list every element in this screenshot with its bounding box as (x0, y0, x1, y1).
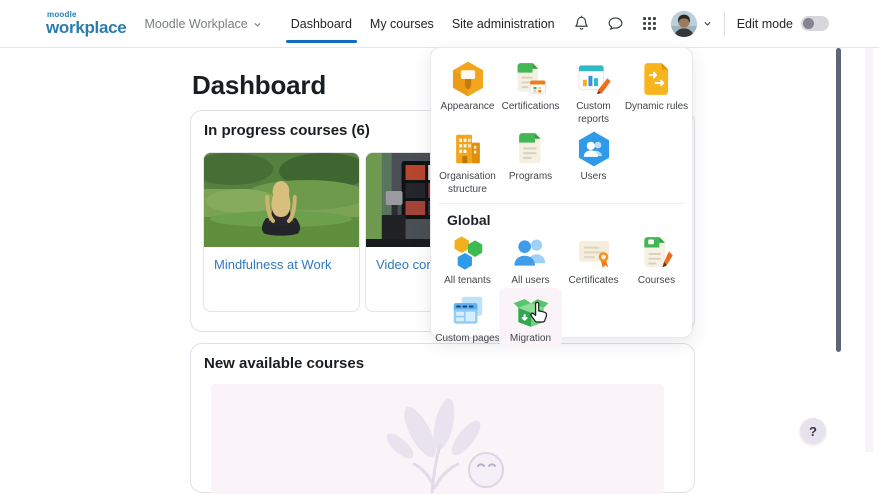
tenant-menu-grid: Appearance Certifications Custom reports… (436, 56, 688, 196)
messages-icon[interactable] (603, 11, 629, 37)
new-available-courses-title: New available courses (204, 355, 365, 372)
menu-item-label: All users (511, 275, 550, 286)
certifications-icon (517, 63, 546, 94)
edit-mode-toggle[interactable] (801, 16, 829, 31)
appearance-icon (452, 61, 483, 97)
logo-text-workplace: workplace (46, 18, 127, 37)
course-link-mindfulness[interactable]: Mindfulness at Work (204, 247, 359, 274)
app-launcher-panel: Appearance Certifications Custom reports… (430, 47, 693, 346)
navbar-right-cluster: Edit mode (569, 10, 829, 37)
menu-item-all-tenants[interactable]: All tenants (436, 230, 499, 288)
new-courses-empty-state (211, 384, 664, 494)
new-available-courses-card: New available courses (190, 343, 695, 494)
navbar-divider (723, 10, 725, 37)
menu-item-label: Users (580, 171, 607, 182)
all-users-icon (513, 239, 545, 266)
menu-item-dynamic-rules[interactable]: Dynamic rules (625, 56, 688, 126)
chevron-down-icon (254, 22, 261, 27)
course-image-mindfulness[interactable] (204, 153, 359, 247)
primary-nav: Dashboard My courses Site administration (285, 0, 560, 48)
certificates-icon (578, 241, 609, 269)
menu-item-courses[interactable]: Courses (625, 230, 688, 288)
plant-illustration (386, 398, 504, 494)
menu-item-all-users[interactable]: All users (499, 230, 562, 288)
custom-pages-icon (453, 296, 482, 324)
users-icon (578, 131, 609, 167)
menu-item-label: Migration (509, 333, 552, 344)
programs-icon (518, 133, 540, 164)
dynamic-rules-icon (643, 63, 668, 95)
menu-item-label: Programs (508, 171, 553, 182)
app-launcher-grid-icon[interactable] (637, 11, 663, 37)
menu-item-label: Custom reports (576, 101, 611, 125)
help-button[interactable]: ? (800, 418, 826, 444)
menu-item-programs[interactable]: Programs (499, 126, 562, 196)
user-menu[interactable] (670, 10, 712, 37)
menu-item-organisation-structure[interactable]: Organisation structure (436, 126, 499, 196)
launcher-divider (439, 203, 684, 204)
menu-item-label: Organisation structure (439, 171, 496, 195)
menu-item-label: Dynamic rules (624, 101, 689, 112)
menu-item-certificates[interactable]: Certificates (562, 230, 625, 288)
menu-item-label: Certificates (568, 275, 619, 286)
moodle-workplace-logo[interactable]: moodle workplace (46, 11, 127, 37)
menu-item-label: All tenants (444, 275, 491, 286)
courses-icon (643, 237, 673, 268)
menu-item-label: Appearance (440, 101, 495, 112)
edit-mode-label: Edit mode (736, 16, 793, 31)
course-card-mindfulness[interactable]: Mindfulness at Work (203, 152, 360, 312)
edit-mode-control: Edit mode (737, 16, 829, 31)
menu-item-users[interactable]: Users (562, 126, 625, 196)
all-tenants-icon (454, 236, 482, 270)
menu-item-certifications[interactable]: Certifications (499, 56, 562, 126)
nav-tab-site-administration[interactable]: Site administration (447, 0, 560, 48)
nav-tab-dashboard[interactable]: Dashboard (285, 0, 358, 48)
nav-tab-my-courses[interactable]: My courses (365, 0, 439, 48)
custom-reports-icon (578, 65, 611, 95)
global-section-heading: Global (447, 212, 491, 228)
scrollbar-track[interactable] (865, 48, 873, 452)
global-menu-grid: All tenants All users Certificates Cours… (435, 230, 688, 346)
scrollbar-thumb[interactable] (836, 48, 841, 352)
menu-item-custom-reports[interactable]: Custom reports (562, 56, 625, 126)
toggle-knob (803, 18, 814, 29)
organisation-structure-icon (455, 134, 480, 164)
tenant-selector[interactable]: Moodle Workplace (144, 17, 261, 31)
top-navbar: moodle workplace Moodle Workplace Dashbo… (0, 0, 879, 48)
tenant-selector-label: Moodle Workplace (144, 16, 248, 31)
menu-item-label: Custom pages (435, 333, 500, 344)
menu-item-label: Courses (637, 275, 676, 286)
user-avatar (670, 10, 697, 37)
menu-item-label: Certifications (501, 101, 560, 112)
menu-item-migration[interactable]: Migration (499, 288, 562, 346)
chevron-down-icon (704, 21, 711, 26)
notifications-bell-icon[interactable] (569, 11, 595, 37)
menu-item-custom-pages[interactable]: Custom pages (435, 288, 500, 346)
migration-icon (513, 299, 548, 327)
menu-item-appearance[interactable]: Appearance (436, 56, 499, 126)
